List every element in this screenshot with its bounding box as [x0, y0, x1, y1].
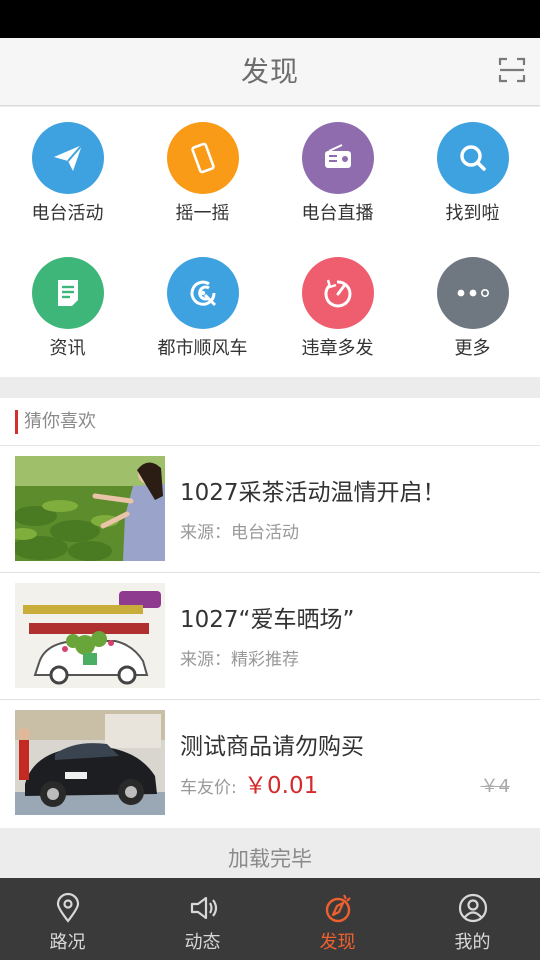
gauge-icon: [302, 257, 374, 329]
price-label: 车友价:: [180, 778, 237, 798]
status-bar: [0, 0, 540, 38]
user-icon: [458, 893, 488, 923]
member-price: ￥0.01: [244, 773, 319, 799]
list-item[interactable]: 1027采茶活动温情开启！ 来源：电台活动: [0, 446, 540, 573]
porsche-thumbnail: [15, 710, 165, 815]
top-header: 发现: [0, 38, 540, 106]
car-show-thumbnail: [15, 583, 165, 688]
grid-item-label: 更多: [454, 338, 491, 359]
scan-icon[interactable]: [498, 56, 526, 84]
grid-item-label: 都市顺风车: [157, 338, 248, 359]
tab-label: 动态: [184, 932, 221, 953]
item-source: 来源：精彩推荐: [180, 650, 299, 670]
recommend-section: 猜你喜欢 1027采茶活动温情开启！ 来源：电台活动 1027“爱车晒场” 来源…: [0, 398, 540, 878]
bottom-tab-bar: 路况 动态 发现 我的: [0, 878, 540, 960]
grid-item-more[interactable]: 更多: [405, 242, 540, 377]
tab-dynamics[interactable]: 动态: [135, 878, 270, 960]
phone-shake-icon: [167, 122, 239, 194]
tab-label: 我的: [454, 932, 491, 953]
grid-item-violation[interactable]: 违章多发: [270, 242, 405, 377]
grid-item-news[interactable]: 资讯: [0, 242, 135, 377]
grid-item-radio-live[interactable]: 电台直播: [270, 107, 405, 242]
grid-item-shake[interactable]: 摇一摇: [135, 107, 270, 242]
grid-item-label: 违章多发: [301, 338, 374, 359]
item-title: 1027采茶活动温情开启！: [180, 480, 446, 506]
discover-icon: [325, 894, 351, 923]
item-title: 1027“爱车晒场”: [180, 607, 355, 633]
load-status: 加载完毕: [0, 828, 540, 878]
grid-item-found[interactable]: 找到啦: [405, 107, 540, 242]
tab-discover[interactable]: 发现: [270, 878, 405, 960]
steering-wheel-icon: [167, 257, 239, 329]
tab-traffic[interactable]: 路况: [0, 878, 135, 960]
grid-item-label: 找到啦: [445, 203, 500, 224]
speaker-icon: [190, 896, 218, 920]
document-icon: [32, 257, 104, 329]
grid-item-label: 摇一摇: [175, 203, 230, 224]
grid-item-label: 电台直播: [301, 203, 374, 224]
feature-grid: 电台活动 摇一摇 电台直播 找到啦 资讯 都市顺风车 违章多发 更多: [0, 107, 540, 377]
item-source: 来源：电台活动: [180, 523, 299, 543]
location-pin-icon: [56, 892, 80, 923]
tab-mine[interactable]: 我的: [405, 878, 540, 960]
item-title: 测试商品请勿购买: [180, 734, 364, 760]
paper-plane-icon: [32, 122, 104, 194]
section-title: 猜你喜欢: [24, 411, 96, 432]
app-screen: 发现 电台活动 摇一摇 电台直播 找到啦 资讯 都市顺风车 违章多发 更多 猜你…: [0, 0, 540, 960]
page-title: 发现: [240, 55, 299, 88]
radio-icon: [302, 122, 374, 194]
more-dots-icon: [437, 257, 509, 329]
grid-item-carpool[interactable]: 都市顺风车: [135, 242, 270, 377]
section-accent-bar: [15, 410, 18, 434]
grid-item-label: 电台活动: [31, 203, 104, 224]
grid-item-label: 资讯: [49, 338, 86, 359]
tea-picking-thumbnail: [15, 456, 165, 561]
original-price: ￥4: [480, 776, 510, 797]
tab-label: 路况: [49, 932, 86, 953]
section-header: 猜你喜欢: [0, 398, 540, 446]
list-item[interactable]: 1027“爱车晒场” 来源：精彩推荐: [0, 573, 540, 700]
list-item[interactable]: 测试商品请勿购买 车友价: ￥0.01 ￥4: [0, 700, 540, 827]
grid-item-radio-activity[interactable]: 电台活动: [0, 107, 135, 242]
tab-label: 发现: [319, 932, 356, 953]
search-icon: [437, 122, 509, 194]
